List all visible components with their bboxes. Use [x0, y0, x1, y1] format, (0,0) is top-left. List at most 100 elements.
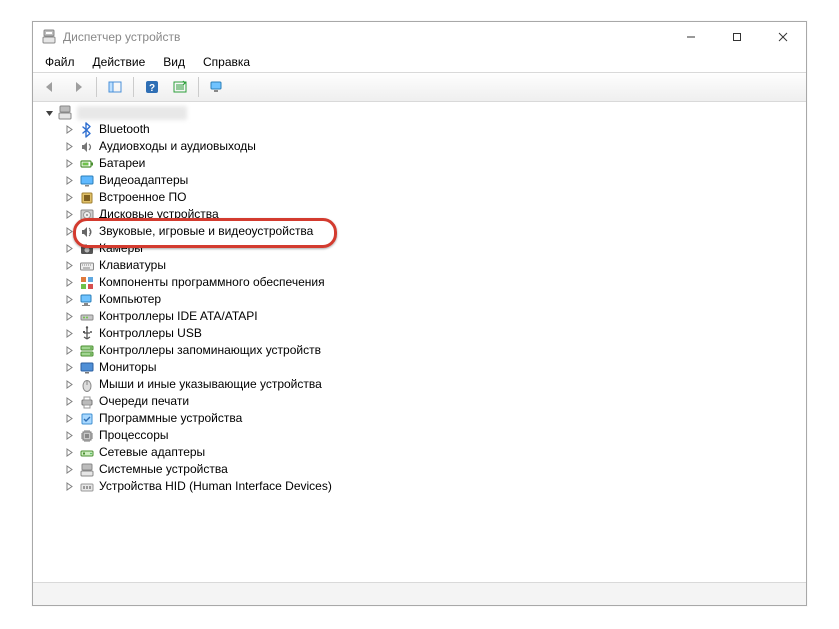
back-button[interactable] — [37, 75, 63, 99]
toolbar: ? — [33, 72, 806, 102]
tree-category[interactable]: Сетевые адаптеры — [63, 444, 804, 461]
tree-category[interactable]: Клавиатуры — [63, 257, 804, 274]
expand-icon[interactable] — [63, 192, 75, 204]
expand-icon[interactable] — [63, 362, 75, 374]
tree-category[interactable]: Аудиовходы и аудиовыходы — [63, 138, 804, 155]
tree-category[interactable]: Видеоадаптеры — [63, 172, 804, 189]
display-icon — [79, 173, 95, 189]
forward-button[interactable] — [65, 75, 91, 99]
expand-icon[interactable] — [63, 226, 75, 238]
category-label: Программные устройства — [99, 410, 242, 427]
expand-icon[interactable] — [63, 481, 75, 493]
expand-icon[interactable] — [63, 175, 75, 187]
device-tree-area: BluetoothАудиовходы и аудиовыходыБатареи… — [33, 102, 806, 582]
network-icon — [79, 445, 95, 461]
printqueue-icon — [79, 394, 95, 410]
tree-category[interactable]: Процессоры — [63, 427, 804, 444]
category-label: Камеры — [99, 240, 143, 257]
hid-icon — [79, 479, 95, 495]
category-label: Мыши и иные указывающие устройства — [99, 376, 322, 393]
expand-icon[interactable] — [63, 243, 75, 255]
tree-category[interactable]: Контроллеры IDE ATA/ATAPI — [63, 308, 804, 325]
category-label: Устройства HID (Human Interface Devices) — [99, 478, 332, 495]
tree-category[interactable]: Встроенное ПО — [63, 189, 804, 206]
svg-text:?: ? — [149, 83, 155, 94]
category-label: Контроллеры запоминающих устройств — [99, 342, 321, 359]
expand-icon[interactable] — [63, 277, 75, 289]
expand-icon[interactable] — [63, 209, 75, 221]
tree-children: BluetoothАудиовходы и аудиовыходыБатареи… — [35, 121, 804, 495]
expand-icon[interactable] — [63, 413, 75, 425]
window-title: Диспетчер устройств — [63, 30, 180, 44]
category-label: Видеоадаптеры — [99, 172, 188, 189]
expand-icon[interactable] — [63, 396, 75, 408]
category-label: Очереди печати — [99, 393, 189, 410]
expand-icon[interactable] — [63, 141, 75, 153]
expand-icon[interactable] — [63, 260, 75, 272]
tree-category[interactable]: Контроллеры USB — [63, 325, 804, 342]
minimize-button[interactable] — [668, 22, 714, 52]
expand-icon[interactable] — [63, 124, 75, 136]
expand-icon[interactable] — [43, 107, 55, 119]
expand-icon[interactable] — [63, 158, 75, 170]
computer-name-redacted — [77, 106, 187, 120]
category-label: Звуковые, игровые и видеоустройства — [99, 223, 313, 240]
menu-view[interactable]: Вид — [155, 53, 193, 71]
tree-category[interactable]: Очереди печати — [63, 393, 804, 410]
devices-view-button[interactable] — [204, 75, 230, 99]
tree-category[interactable]: Камеры — [63, 240, 804, 257]
device-tree[interactable]: BluetoothАудиовходы и аудиовыходыБатареи… — [35, 104, 804, 495]
tree-root[interactable] — [35, 104, 804, 121]
firmware-icon — [79, 190, 95, 206]
ide-icon — [79, 309, 95, 325]
expand-icon[interactable] — [63, 430, 75, 442]
tree-category[interactable]: Компьютер — [63, 291, 804, 308]
device-manager-window: Диспетчер устройств Файл Действие Вид Сп… — [32, 21, 807, 606]
system-icon — [79, 462, 95, 478]
show-hide-console-tree-button[interactable] — [102, 75, 128, 99]
category-label: Bluetooth — [99, 121, 150, 138]
maximize-button[interactable] — [714, 22, 760, 52]
category-label: Компьютер — [99, 291, 161, 308]
scan-hardware-button[interactable] — [167, 75, 193, 99]
category-label: Контроллеры USB — [99, 325, 202, 342]
tree-category[interactable]: Системные устройства — [63, 461, 804, 478]
category-label: Системные устройства — [99, 461, 228, 478]
monitor-icon — [79, 360, 95, 376]
menu-file[interactable]: Файл — [37, 53, 83, 71]
mouse-icon — [79, 377, 95, 393]
tree-category[interactable]: Компоненты программного обеспечения — [63, 274, 804, 291]
computer-icon — [57, 105, 73, 121]
expand-icon[interactable] — [63, 328, 75, 340]
menu-action[interactable]: Действие — [85, 53, 154, 71]
expand-icon[interactable] — [63, 379, 75, 391]
menu-help[interactable]: Справка — [195, 53, 258, 71]
audio-io-icon — [79, 139, 95, 155]
expand-icon[interactable] — [63, 447, 75, 459]
tree-category[interactable]: Мониторы — [63, 359, 804, 376]
tree-category[interactable]: Bluetooth — [63, 121, 804, 138]
tree-category[interactable]: Мыши и иные указывающие устройства — [63, 376, 804, 393]
expand-icon[interactable] — [63, 294, 75, 306]
expand-icon[interactable] — [63, 345, 75, 357]
tree-category[interactable]: Устройства HID (Human Interface Devices) — [63, 478, 804, 495]
tree-category[interactable]: Звуковые, игровые и видеоустройства — [63, 223, 804, 240]
category-label: Процессоры — [99, 427, 169, 444]
camera-icon — [79, 241, 95, 257]
software-icon — [79, 275, 95, 291]
swdevice-icon — [79, 411, 95, 427]
expand-icon[interactable] — [63, 311, 75, 323]
tree-category[interactable]: Батареи — [63, 155, 804, 172]
statusbar — [33, 582, 806, 605]
help-button[interactable]: ? — [139, 75, 165, 99]
close-button[interactable] — [760, 22, 806, 52]
tree-category[interactable]: Дисковые устройства — [63, 206, 804, 223]
expand-icon[interactable] — [63, 464, 75, 476]
menubar: Файл Действие Вид Справка — [33, 52, 806, 72]
cpu-icon — [79, 428, 95, 444]
tree-category[interactable]: Программные устройства — [63, 410, 804, 427]
category-label: Сетевые адаптеры — [99, 444, 205, 461]
toolbar-separator — [96, 77, 97, 97]
disk-icon — [79, 207, 95, 223]
tree-category[interactable]: Контроллеры запоминающих устройств — [63, 342, 804, 359]
